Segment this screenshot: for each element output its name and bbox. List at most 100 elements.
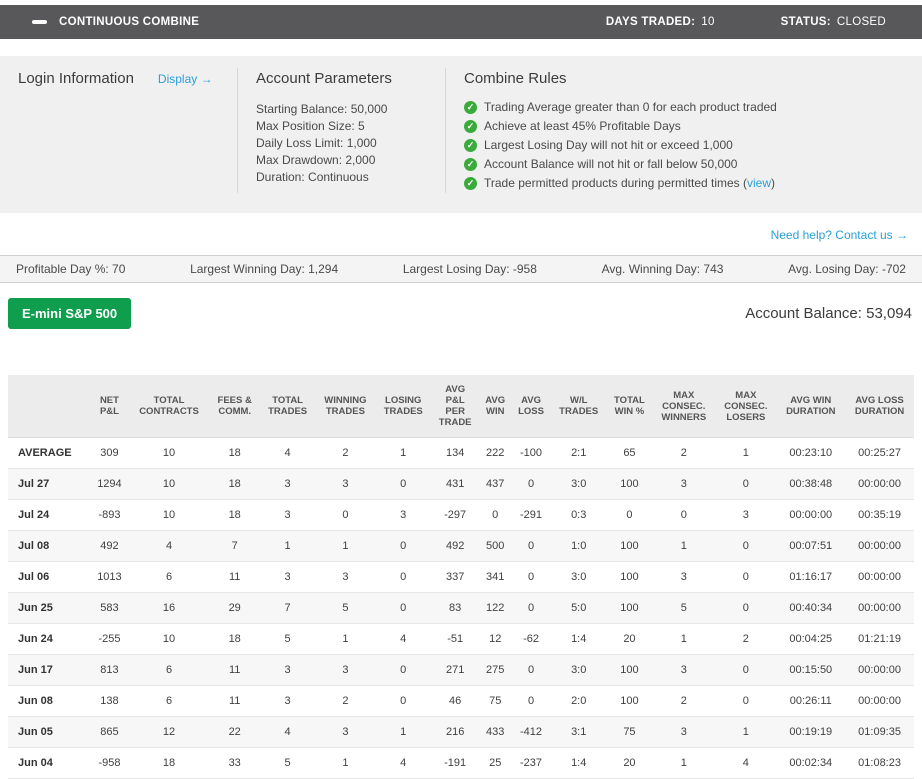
table-row: Jun 17 813 6 11 3 3 0 271 275 0 3:0 100 3 0 00:15:50 00… [8,654,914,686]
table-cell: -412 [520,726,543,738]
table-cell: 583 [100,602,119,614]
table-cell: 00:15:50 [789,664,833,676]
table-row: Jul 06 1013 6 11 3 3 0 337 341 0 3:0 100 3 0 01:16:17 0… [8,561,914,593]
table-cell: 0 [742,664,749,676]
row-label: Jun 25 [18,602,53,614]
table-cell: 1 [342,540,349,552]
table-cell: 0:3 [571,509,587,521]
account-balance-value: 53,094 [866,305,912,322]
table-cell: 00:07:51 [789,540,833,552]
table-cell: 25 [489,757,502,769]
rule-item: ✓ Largest Losing Day will not hit or exc… [464,136,904,155]
column-header: AVG LOSS DURATION [845,375,914,438]
view-link[interactable]: view [747,176,771,190]
table-cell: 16 [162,602,176,614]
table-cell: -255 [98,633,121,645]
table-cell: 122 [486,602,505,614]
row-label: Jul 27 [18,478,50,490]
table-cell: -291 [520,509,543,521]
row-label: Jun 24 [18,633,53,645]
table-cell: 0 [742,695,749,707]
table-cell: 100 [620,664,639,676]
table-cell: 00:00:00 [858,695,901,707]
table-cell: 0 [742,478,749,490]
status-label: STATUS: [780,16,831,28]
table-cell: -191 [444,757,467,769]
table-cell: 3 [284,664,291,676]
column-header: AVG LOSS [511,375,551,438]
column-header: LOSING TRADES [375,375,432,438]
table-cell: 10 [162,447,176,459]
table-row: Jun 08 138 6 11 3 2 0 46 75 0 2:0 100 2 0 00:26:11 00:0… [8,685,914,717]
table-cell: 20 [623,633,636,645]
table-cell: 1 [680,540,687,552]
table-cell: 0 [680,509,687,521]
check-icon: ✓ [464,158,477,171]
table-cell: 18 [228,509,241,521]
table-cell: 3 [284,695,291,707]
account-balance: Account Balance: 53,094 [745,305,912,322]
table-cell: 3:0 [571,478,587,490]
table-cell: -100 [520,447,543,459]
table-cell: 222 [486,447,505,459]
table-cell: 0 [342,509,349,521]
table-cell: 65 [623,447,636,459]
table-cell: 100 [620,571,639,583]
table-cell: 46 [449,695,462,707]
rule-item: ✓ Achieve at least 45% Profitable Days [464,117,904,136]
table-cell: 4 [165,540,173,552]
table-cell: 1 [680,757,687,769]
table-cell: 00:25:27 [858,447,901,459]
product-button-emini-sp500[interactable]: E-mini S&P 500 [8,298,132,329]
rule-text-suffix: ) [771,176,776,190]
rule-text: Account Balance will not hit or fall bel… [484,157,738,171]
status-value: CLOSED [836,16,886,28]
table-cell: 0 [527,478,535,490]
table-row: Jun 05 865 12 22 4 3 1 216 433 -412 3:1 75 3 1 00:19:1… [8,716,914,748]
table-cell: 33 [228,757,241,769]
table-cell: 100 [620,540,639,552]
table-cell: 309 [100,447,119,459]
days-traded-value: 10 [701,16,715,28]
table-cell: 3 [284,571,291,583]
table-cell: 1013 [97,571,122,583]
column-header: W/L TRADES [550,375,607,438]
table-cell: 0 [527,695,535,707]
row-label: AVERAGE [18,447,72,459]
display-link[interactable]: Display → [158,72,213,86]
table-cell: 337 [445,571,465,583]
table-cell: 18 [228,478,241,490]
param-duration: Duration: Continuous [256,170,369,184]
table-cell: 3 [342,478,349,490]
table-cell: 5 [342,602,349,614]
table-cell: 00:00:00 [789,509,833,521]
table-cell: 437 [486,478,505,490]
table-cell: 100 [620,602,639,614]
table-cell: 3 [342,726,349,738]
table-cell: 00:00:00 [858,571,901,583]
stat-avg-winning-day: Avg. Winning Day: 743 [601,262,724,276]
table-cell: 83 [449,602,462,614]
table-cell: 0 [400,478,407,490]
table-row: Jun 24 -255 10 18 5 1 4 -51 12 -62 1:4 20 1 2 00:04:25… [8,623,914,655]
column-header: WINNING TRADES [315,375,376,438]
param-starting-balance: Starting Balance: 50,000 [256,102,388,116]
table-cell: 2 [680,447,687,459]
table-cell: 3 [680,478,687,490]
table-cell: 3 [680,664,687,676]
contact-us-link[interactable]: Need help? Contact us → [771,228,908,242]
table-cell: 1294 [97,478,122,490]
table-cell: 1:0 [571,540,587,552]
table-cell: 0 [400,571,407,583]
table-cell: 2 [680,695,687,707]
table-cell: 341 [486,571,505,583]
table-cell: 0 [742,602,749,614]
row-label: Jun 08 [18,695,53,707]
column-header [8,375,91,438]
column-header: AVG WIN [479,375,512,438]
stat-largest-losing-day: Largest Losing Day: -958 [402,262,537,276]
table-cell: 2:1 [571,447,587,459]
collapse-icon[interactable] [32,20,47,24]
table-cell: 275 [486,664,505,676]
table-cell: 492 [445,540,465,552]
